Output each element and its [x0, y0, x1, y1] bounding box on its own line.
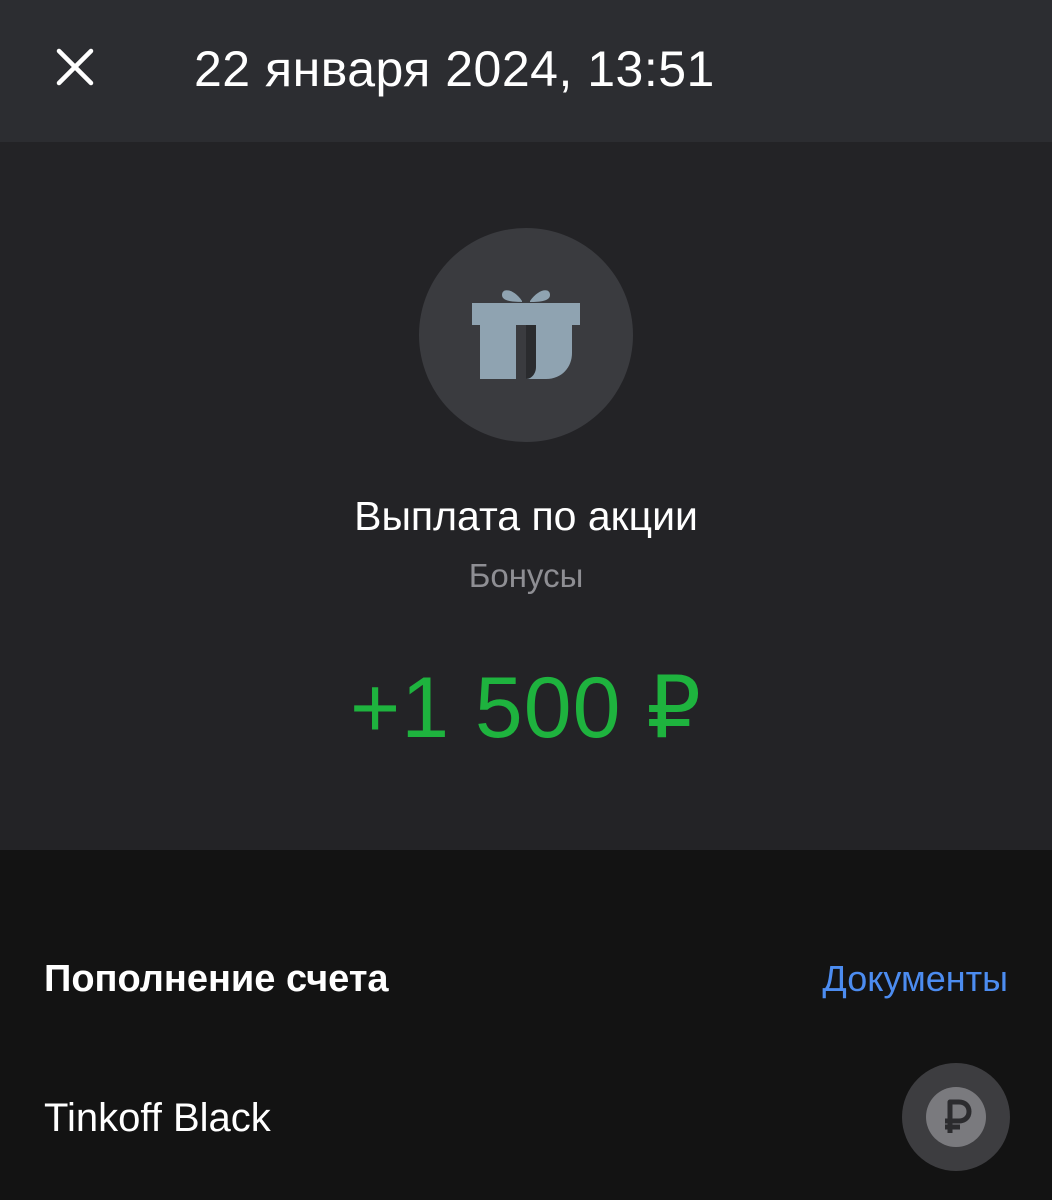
operation-summary: Выплата по акции Бонусы +1 500 ₽ [0, 142, 1052, 850]
ruble-icon [926, 1087, 986, 1147]
account-row[interactable]: Tinkoff Black [0, 1060, 1052, 1176]
account-name: Tinkoff Black [44, 1096, 271, 1140]
gift-icon [472, 290, 580, 379]
operation-title: Выплата по акции [354, 493, 698, 539]
operation-category: Бонусы [468, 557, 584, 594]
operation-amount: +1 500 ₽ [349, 660, 703, 756]
section-title: Пополнение счета [44, 958, 389, 1000]
operation-icon-badge [419, 228, 633, 442]
documents-link[interactable]: Документы [822, 952, 1008, 1006]
account-icon-badge [902, 1063, 1010, 1171]
top-bar: 22 января 2024, 13:51 [0, 0, 1052, 142]
operation-datetime: 22 января 2024, 13:51 [194, 41, 715, 97]
close-icon [56, 48, 94, 86]
close-button[interactable] [44, 36, 106, 98]
